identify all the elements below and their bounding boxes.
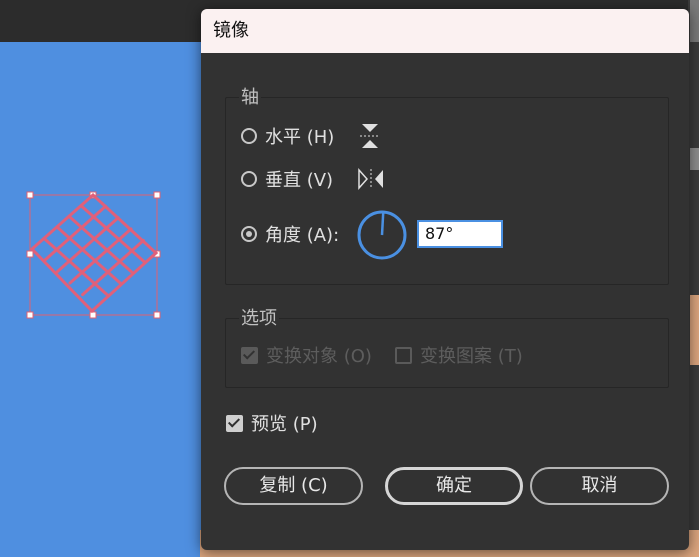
preview-option[interactable]: 预览 (P) [226, 411, 318, 435]
angle-input[interactable]: 87° [417, 220, 503, 248]
vertical-radio[interactable] [241, 171, 257, 187]
angle-option[interactable]: 角度 (A): [241, 220, 339, 248]
flip-horizontal-axis-icon[interactable] [359, 123, 381, 149]
transform-objects-label: 变换对象 (O) [266, 346, 372, 367]
horizontal-label: 水平 (H) [265, 127, 335, 148]
selected-artwork[interactable] [20, 185, 170, 325]
panel-strip [690, 0, 699, 42]
transform-objects-option: 变换对象 (O) [241, 343, 372, 367]
options-group-label: 选项 [239, 308, 279, 330]
axis-group-label: 轴 [239, 87, 261, 109]
grid-artwork-icon [26, 191, 161, 319]
preview-checkbox[interactable] [226, 414, 243, 432]
right-panel-edge [688, 0, 699, 557]
transform-objects-checkbox [241, 346, 258, 364]
horizontal-axis-option[interactable]: 水平 (H) [241, 122, 334, 150]
dialog-title: 镜像 [201, 9, 689, 53]
vertical-label: 垂直 (V) [265, 170, 334, 191]
flip-vertical-axis-icon[interactable] [357, 168, 385, 190]
panel-strip [690, 148, 699, 170]
ok-button[interactable]: 确定 [385, 467, 523, 505]
transform-patterns-label: 变换图案 (T) [420, 346, 523, 367]
panel-strip [690, 295, 699, 365]
cancel-button[interactable]: 取消 [530, 467, 669, 505]
transform-patterns-checkbox [395, 346, 412, 364]
angle-radio[interactable] [241, 226, 257, 242]
preview-label: 预览 (P) [251, 414, 318, 435]
vertical-axis-option[interactable]: 垂直 (V) [241, 165, 333, 193]
reflect-dialog: 镜像 轴 水平 (H) 垂直 (V) 角度 (A): 87° 选项 变换对象 (… [201, 9, 689, 550]
copy-button[interactable]: 复制 (C) [224, 467, 363, 505]
horizontal-radio[interactable] [241, 128, 257, 144]
angle-dial-icon[interactable] [356, 209, 408, 261]
angle-label: 角度 (A): [265, 225, 340, 246]
transform-patterns-option: 变换图案 (T) [395, 343, 523, 367]
